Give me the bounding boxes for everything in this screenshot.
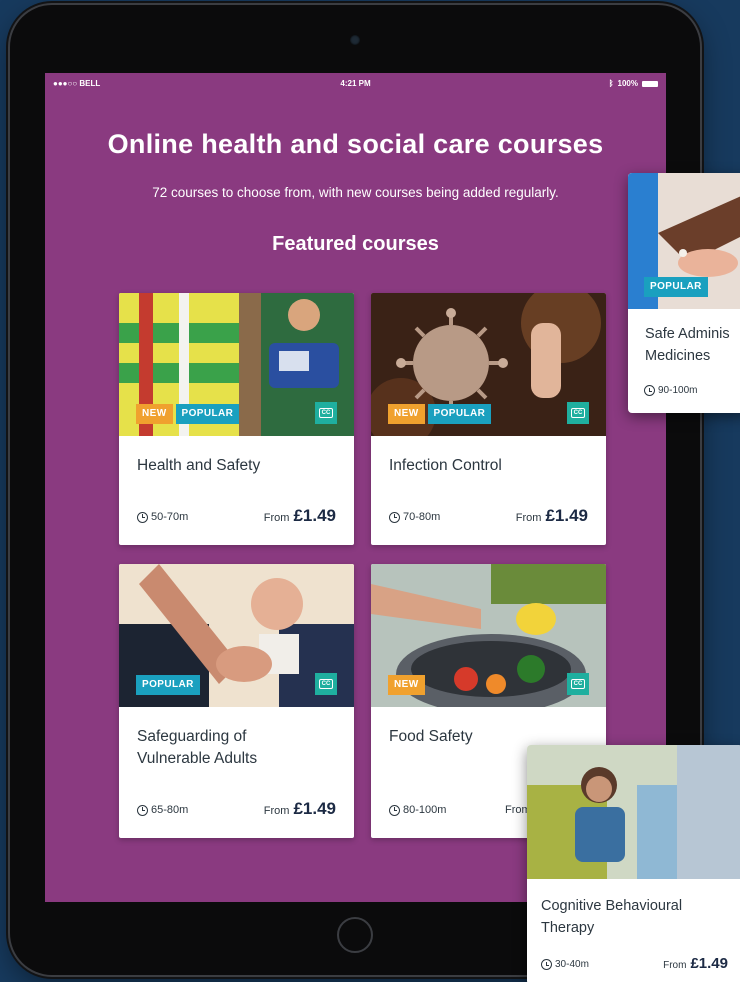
course-price: From £1.49 [264, 799, 336, 819]
badge-group: POPULAR [136, 675, 200, 695]
popular-badge: POPULAR [427, 404, 492, 424]
home-button[interactable] [337, 917, 373, 953]
course-title: Infection Control [389, 457, 502, 474]
price-amount: £1.49 [293, 799, 336, 818]
camera-icon [350, 35, 360, 45]
closed-captions-icon: CC [315, 673, 337, 695]
course-duration: 90-100m [644, 385, 697, 396]
new-badge: NEW [388, 675, 425, 695]
price-prefix: From [263, 512, 290, 524]
duration-value: 90-100m [658, 385, 698, 396]
duration-value: 30-40m [555, 959, 589, 970]
status-time: 4:21 PM [340, 79, 371, 88]
course-image-ambulance: NEW POPULAR CC [119, 293, 354, 436]
course-duration: 50-70m [137, 511, 188, 523]
status-bar: ●●●○○ BELL 4:21 PM ᛒ 100% [45, 73, 666, 93]
course-duration: 30-40m [541, 959, 589, 970]
course-title: Safe Adminis Medicines [645, 326, 730, 364]
price-amount: £1.49 [293, 506, 336, 525]
course-price: From £1.49 [264, 506, 336, 526]
course-image-vegetables: NEW CC [371, 564, 606, 707]
clock-icon [389, 511, 400, 523]
price-amount: £1.49 [545, 506, 588, 525]
new-badge: NEW [388, 404, 425, 424]
cc-label: CC [318, 679, 334, 689]
badge-group: NEW [388, 675, 425, 695]
clock-icon [389, 804, 400, 816]
course-price: From £1.49 [663, 955, 728, 972]
price-prefix: From [263, 805, 290, 817]
battery-label: 100% [617, 79, 638, 88]
cc-label: CC [318, 408, 334, 418]
course-duration: 80-100m [389, 804, 446, 816]
popular-badge: POPULAR [644, 277, 708, 297]
price-prefix: From [515, 512, 542, 524]
cc-label: CC [570, 408, 586, 418]
course-title: Safeguarding of Vulnerable Adults [137, 728, 258, 767]
course-price: From £1.49 [516, 506, 588, 526]
badge-group: NEW POPULAR [136, 404, 240, 424]
course-title: Cognitive Behavioural Therapy [541, 898, 683, 936]
badge-group: NEW POPULAR [388, 404, 492, 424]
clock-icon [137, 511, 148, 523]
popular-badge: POPULAR [136, 675, 200, 695]
course-image-virus: NEW POPULAR CC [371, 293, 606, 436]
page-title: Online health and social care courses [107, 129, 604, 159]
battery-icon [642, 80, 658, 87]
page-subtitle: 72 courses to choose from, with new cour… [152, 185, 559, 200]
course-duration: 70-80m [389, 511, 440, 523]
clock-icon [644, 385, 655, 396]
badge-group: POPULAR [644, 277, 708, 297]
cc-label: CC [570, 679, 586, 689]
course-card-safeguarding[interactable]: POPULAR CC Safeguarding of Vulnerable Ad… [119, 564, 354, 838]
course-card-infection-control[interactable]: NEW POPULAR CC Infection Control 70-80m … [371, 293, 606, 545]
course-title: Health and Safety [137, 457, 261, 474]
battery-status: ᛒ 100% [609, 79, 658, 88]
closed-captions-icon: CC [315, 402, 337, 424]
popular-badge: POPULAR [175, 404, 240, 424]
duration-value: 50-70m [151, 511, 189, 523]
bluetooth-icon: ᛒ [608, 79, 614, 88]
price-amount: £1.49 [690, 955, 728, 972]
course-image-therapy [527, 745, 740, 879]
course-image-medicine-hands: POPULAR [628, 173, 740, 309]
course-duration: 65-80m [137, 804, 188, 816]
clock-icon [137, 804, 148, 816]
floating-course-card-medicines[interactable]: POPULAR Safe Adminis Medicines 90-100m [628, 173, 740, 413]
closed-captions-icon: CC [567, 673, 589, 695]
price-prefix: From [663, 960, 687, 971]
clock-icon [541, 959, 552, 970]
course-card-health-and-safety[interactable]: NEW POPULAR CC Health and Safety 50-70m … [119, 293, 354, 545]
closed-captions-icon: CC [567, 402, 589, 424]
featured-heading: Featured courses [272, 233, 439, 255]
duration-value: 65-80m [151, 804, 189, 816]
floating-course-card-cbt[interactable]: Cognitive Behavioural Therapy 30-40m Fro… [527, 745, 740, 982]
duration-value: 80-100m [403, 804, 447, 816]
course-image-holding-hands: POPULAR CC [119, 564, 354, 707]
new-badge: NEW [136, 404, 173, 424]
duration-value: 70-80m [403, 511, 441, 523]
